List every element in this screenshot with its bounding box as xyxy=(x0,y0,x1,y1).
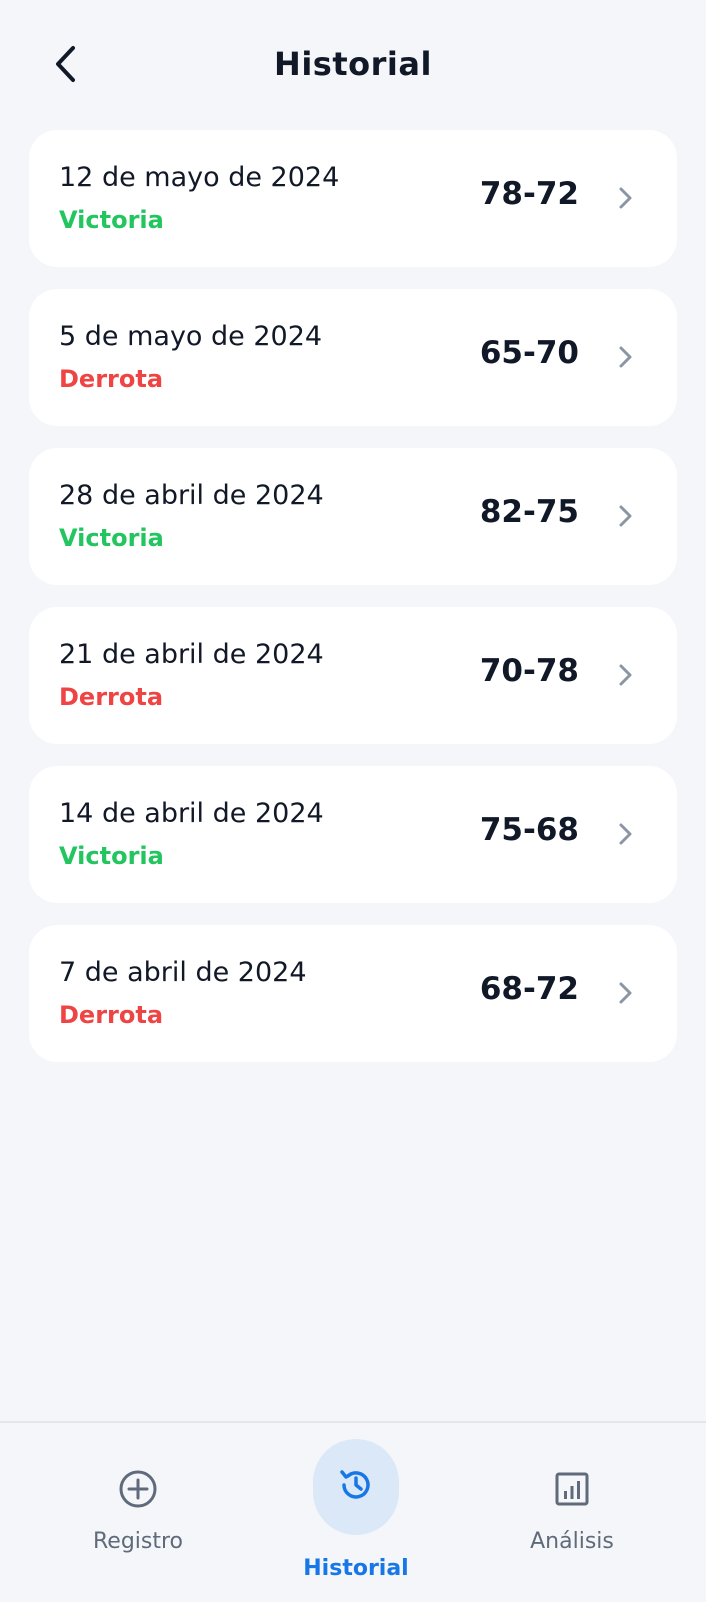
game-result: Derrota xyxy=(59,365,164,393)
game-result: Victoria xyxy=(59,842,164,870)
bottom-navigation: Registro Historial Análisis xyxy=(0,1421,706,1602)
plus-circle-icon xyxy=(116,1467,160,1511)
game-card[interactable]: 21 de abril de 2024 Derrota 70-78 xyxy=(29,607,677,744)
nav-item-historial[interactable]: Historial xyxy=(256,1423,456,1602)
game-score: 75-68 xyxy=(479,812,579,848)
chevron-right-icon xyxy=(619,346,632,368)
chevron-right-icon xyxy=(619,505,632,527)
game-score: 82-75 xyxy=(479,494,579,530)
game-score: 65-70 xyxy=(479,335,579,371)
game-result: Derrota xyxy=(59,683,164,711)
chevron-right-icon xyxy=(619,187,632,209)
chevron-right-icon xyxy=(619,664,632,686)
game-card[interactable]: 14 de abril de 2024 Victoria 75-68 xyxy=(29,766,677,903)
page-title: Historial xyxy=(274,45,432,83)
game-result: Victoria xyxy=(59,524,164,552)
app-header: Historial xyxy=(0,0,706,130)
game-date: 5 de mayo de 2024 xyxy=(59,321,323,352)
game-score: 78-72 xyxy=(479,176,579,212)
game-result: Derrota xyxy=(59,1001,164,1029)
game-score: 68-72 xyxy=(479,971,579,1007)
history-icon xyxy=(336,1465,376,1505)
game-date: 12 de mayo de 2024 xyxy=(59,162,340,193)
game-card[interactable]: 12 de mayo de 2024 Victoria 78-72 xyxy=(29,130,677,267)
game-result: Victoria xyxy=(59,206,164,234)
nav-item-registro[interactable]: Registro xyxy=(38,1423,238,1602)
game-card[interactable]: 7 de abril de 2024 Derrota 68-72 xyxy=(29,925,677,1062)
game-date: 21 de abril de 2024 xyxy=(59,639,324,670)
nav-label-historial: Historial xyxy=(303,1556,409,1581)
game-score: 70-78 xyxy=(479,653,579,689)
game-history-list: 12 de mayo de 2024 Victoria 78-72 5 de m… xyxy=(29,130,677,1084)
chevron-right-icon xyxy=(619,823,632,845)
chevron-right-icon xyxy=(619,982,632,1004)
bar-chart-icon xyxy=(552,1469,592,1509)
game-date: 14 de abril de 2024 xyxy=(59,798,324,829)
game-date: 7 de abril de 2024 xyxy=(59,957,307,988)
nav-label-analisis: Análisis xyxy=(530,1529,614,1554)
nav-label-registro: Registro xyxy=(92,1529,184,1554)
nav-item-analisis[interactable]: Análisis xyxy=(472,1423,672,1602)
game-date: 28 de abril de 2024 xyxy=(59,480,324,511)
game-card[interactable]: 5 de mayo de 2024 Derrota 65-70 xyxy=(29,289,677,426)
game-card[interactable]: 28 de abril de 2024 Victoria 82-75 xyxy=(29,448,677,585)
